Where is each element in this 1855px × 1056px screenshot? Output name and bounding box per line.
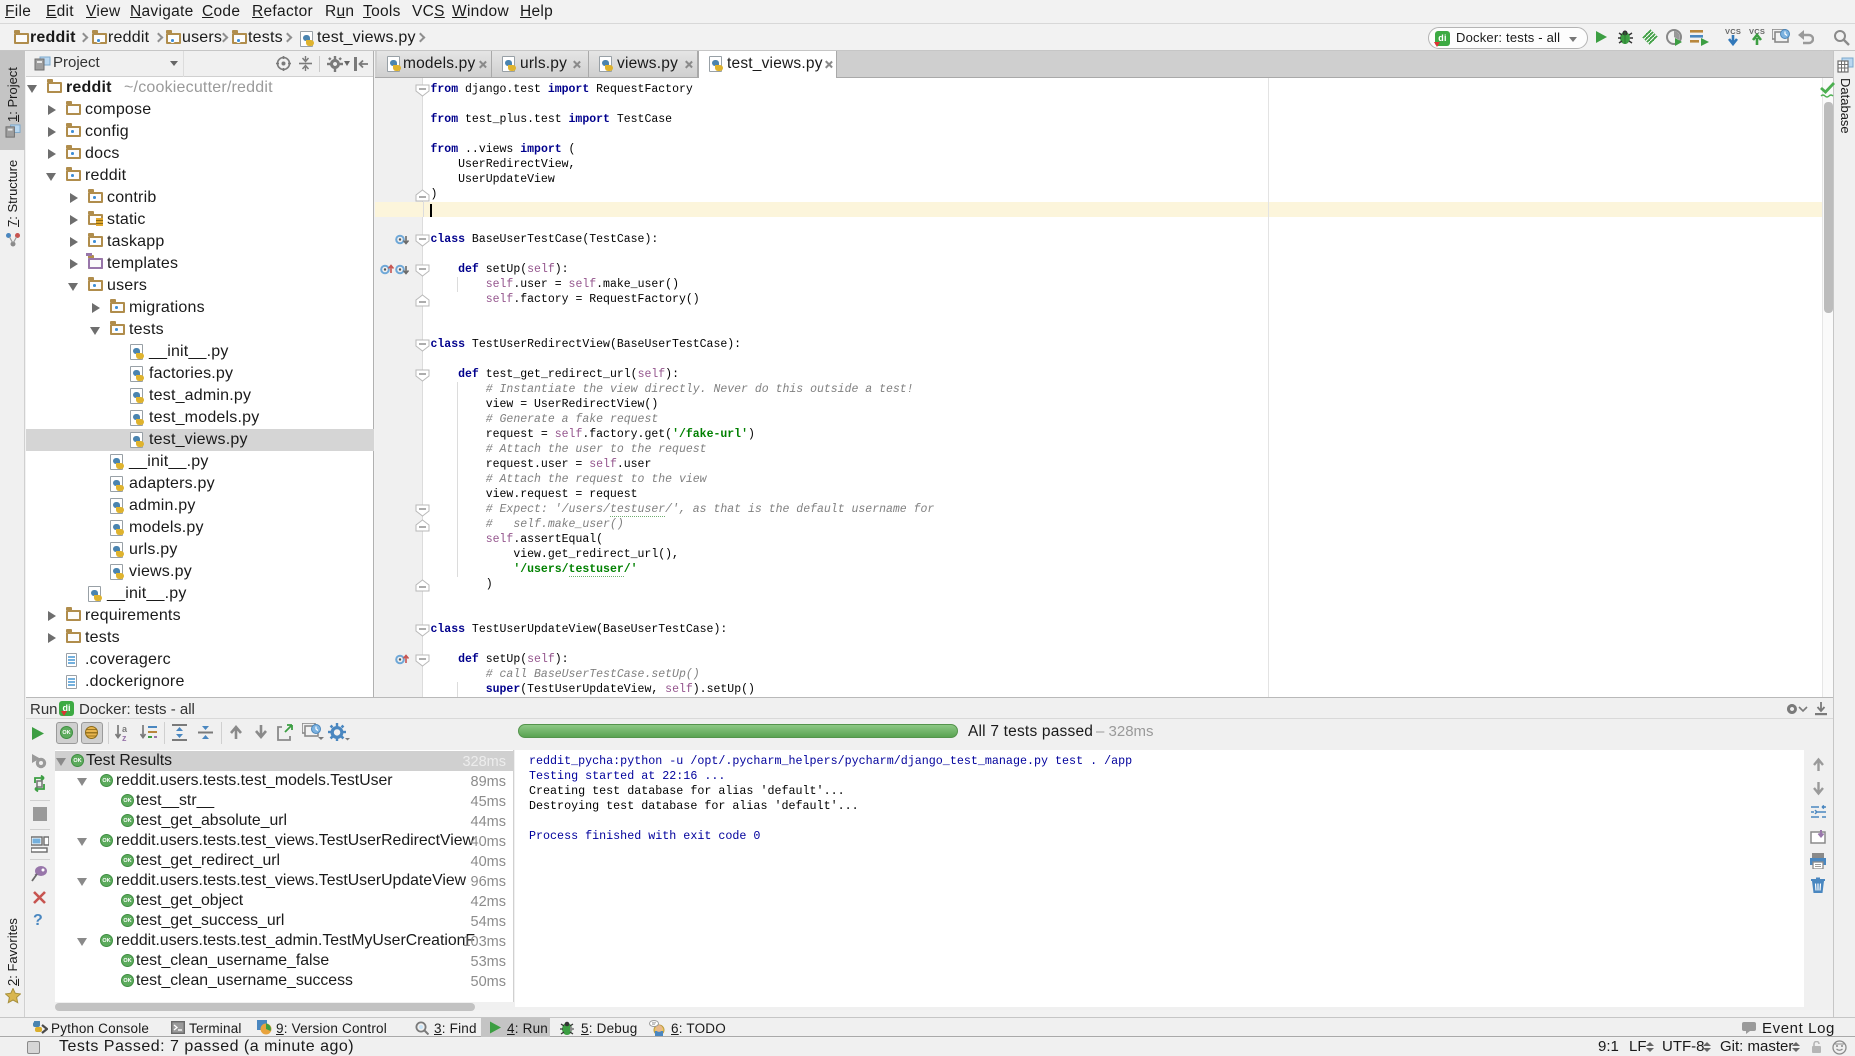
svg-text:z: z [122,733,127,742]
svg-text:VCS: VCS [1725,27,1741,36]
